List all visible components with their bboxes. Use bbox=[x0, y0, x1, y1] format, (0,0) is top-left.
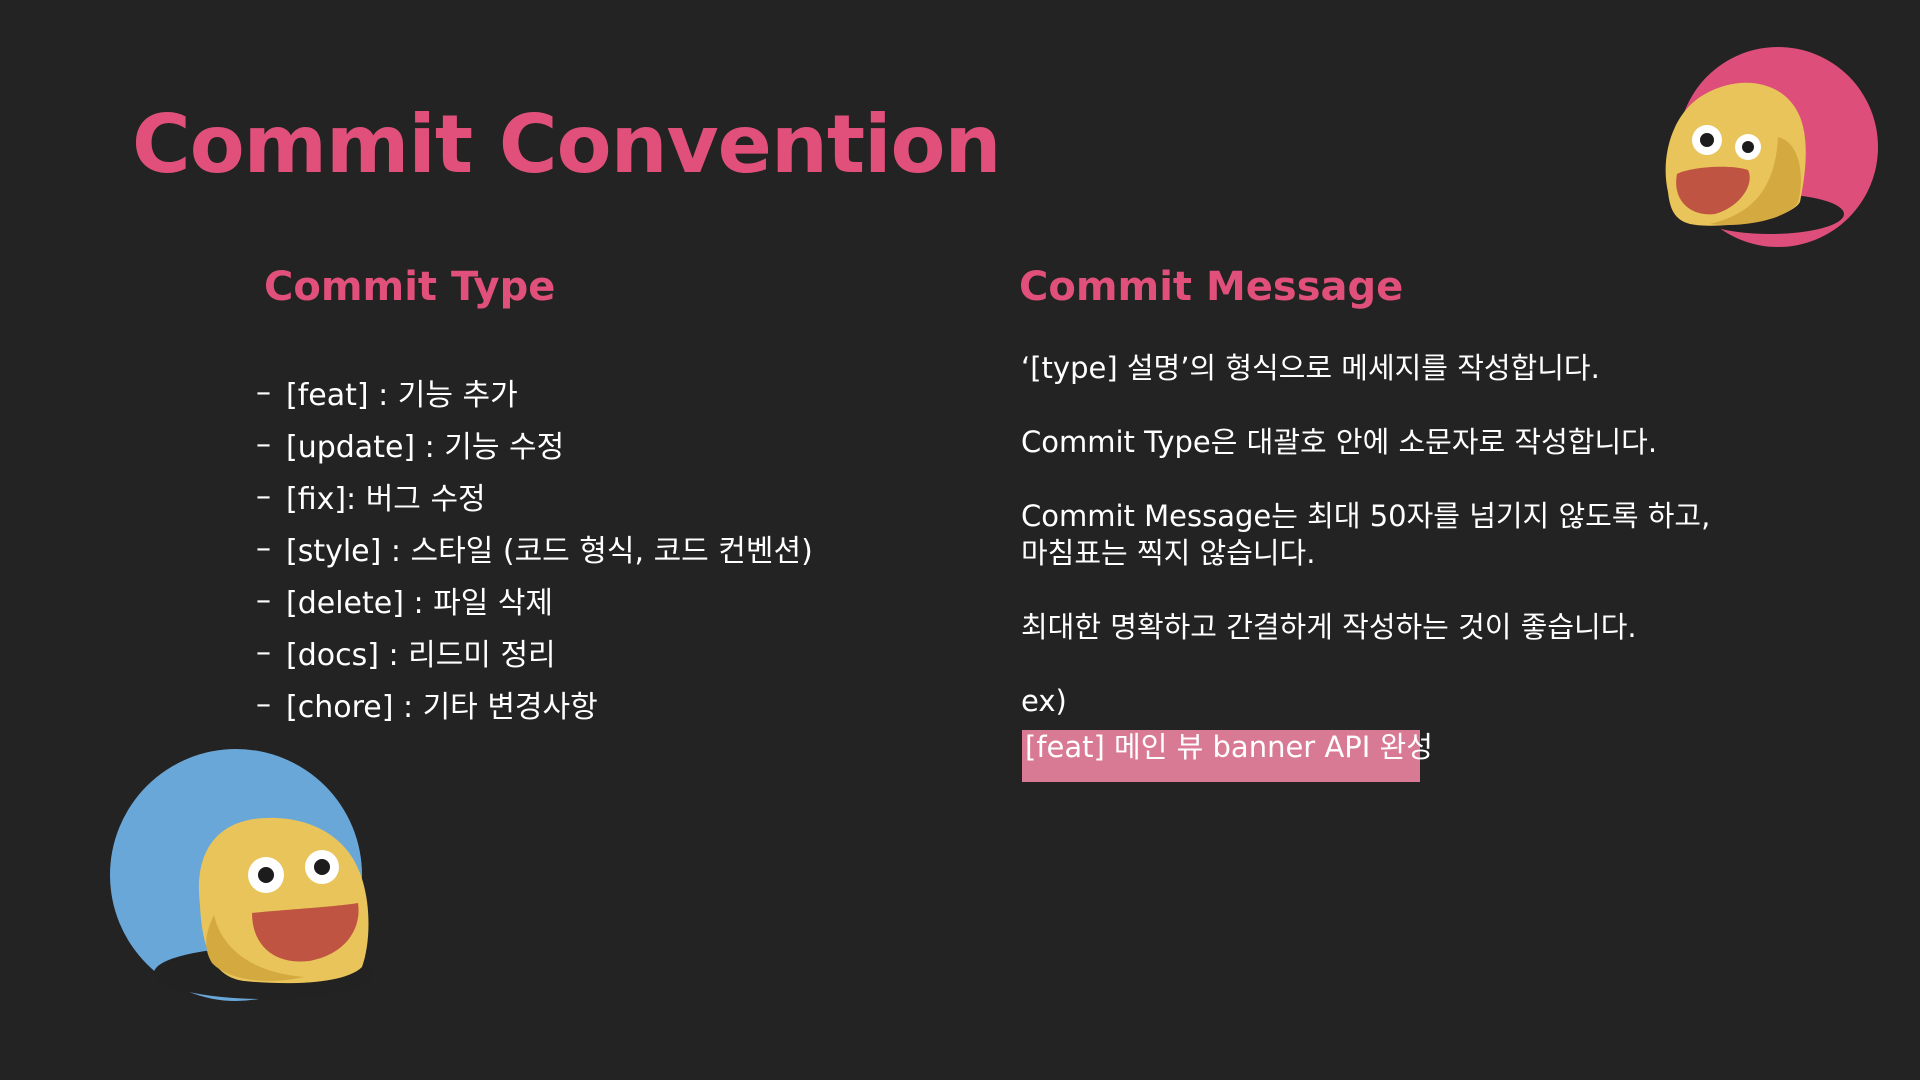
happy-blob-pink-icon bbox=[1665, 47, 1878, 247]
rule-paragraph: Commit Type은 대괄호 안에 소문자로 작성합니다. bbox=[1021, 424, 1781, 461]
example-highlight: [feat] 메인 뷰 banner API 완성 bbox=[1022, 730, 1433, 782]
dash-bullet: – bbox=[256, 530, 271, 566]
rule-line: 최대한 명확하고 간결하게 작성하는 것이 좋습니다. bbox=[1021, 610, 1637, 644]
commit-type-list: – [feat] : 기능 추가 – [update] : 기능 수정 – [f… bbox=[256, 366, 813, 730]
rule-line: Commit Message는 최대 50자를 넘기지 않도록 하고, bbox=[1021, 499, 1711, 533]
commit-type-text: [fix]: 버그 수정 bbox=[286, 482, 486, 517]
commit-type-text: [docs] : 리드미 정리 bbox=[286, 638, 556, 673]
list-item: – [chore] : 기타 변경사항 bbox=[256, 678, 813, 730]
slide: Commit Convention Commit Type – [feat] :… bbox=[0, 0, 1920, 1080]
rule-paragraph: 최대한 명확하고 간결하게 작성하는 것이 좋습니다. bbox=[1021, 609, 1781, 646]
happy-blob-blue-icon bbox=[110, 749, 374, 1001]
commit-type-text: [delete] : 파일 삭제 bbox=[286, 586, 554, 621]
dash-bullet: – bbox=[256, 374, 271, 410]
dash-bullet: – bbox=[256, 686, 271, 722]
commit-type-text: [feat] : 기능 추가 bbox=[286, 378, 518, 413]
page-title: Commit Convention bbox=[132, 98, 1001, 191]
list-item: – [feat] : 기능 추가 bbox=[256, 366, 813, 418]
example-label: ex) bbox=[1021, 684, 1067, 718]
list-item: – [fix]: 버그 수정 bbox=[256, 470, 813, 522]
rule-line: ‘[type] 설명’의 형식으로 메세지를 작성합니다. bbox=[1021, 351, 1600, 385]
dash-bullet: – bbox=[256, 426, 271, 462]
list-item: – [update] : 기능 수정 bbox=[256, 418, 813, 470]
list-item: – [delete] : 파일 삭제 bbox=[256, 574, 813, 626]
dash-bullet: – bbox=[256, 634, 271, 670]
rule-line: Commit Type은 대괄호 안에 소문자로 작성합니다. bbox=[1021, 425, 1658, 459]
list-item: – [style] : 스타일 (코드 형식, 코드 컨벤션) bbox=[256, 522, 813, 574]
rule-paragraph: Commit Message는 최대 50자를 넘기지 않도록 하고, 마침표는… bbox=[1021, 498, 1781, 572]
dash-bullet: – bbox=[256, 478, 271, 514]
commit-type-text: [style] : 스타일 (코드 형식, 코드 컨벤션) bbox=[286, 534, 813, 569]
commit-type-text: [chore] : 기타 변경사항 bbox=[286, 690, 598, 725]
rule-paragraph: ‘[type] 설명’의 형식으로 메세지를 작성합니다. bbox=[1021, 350, 1781, 387]
dash-bullet: – bbox=[256, 582, 271, 618]
list-item: – [docs] : 리드미 정리 bbox=[256, 626, 813, 678]
commit-type-heading: Commit Type bbox=[264, 264, 556, 310]
example-text: [feat] 메인 뷰 banner API 완성 bbox=[1025, 730, 1433, 764]
commit-type-text: [update] : 기능 수정 bbox=[286, 430, 565, 465]
rule-line: 마침표는 찍지 않습니다. bbox=[1021, 536, 1316, 570]
rule-paragraph: ex) bbox=[1021, 683, 1781, 720]
commit-message-heading: Commit Message bbox=[1019, 264, 1404, 310]
commit-message-rules: ‘[type] 설명’의 형식으로 메세지를 작성합니다. Commit Typ… bbox=[1021, 350, 1781, 720]
